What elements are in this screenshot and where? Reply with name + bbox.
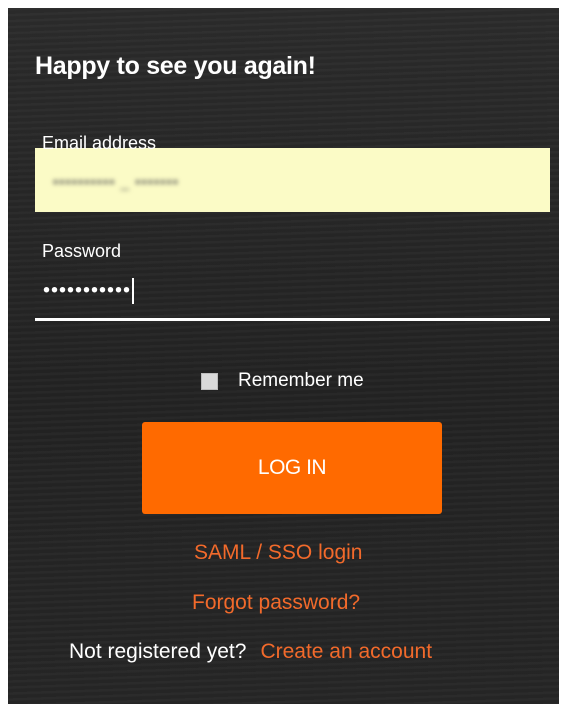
password-dots: ••••••••••• — [43, 279, 132, 302]
email-field[interactable]: •••••••••• _ ••••••• — [35, 148, 550, 212]
password-value: ••••••••••• — [43, 278, 135, 304]
login-panel: Happy to see you again! Email address ••… — [8, 8, 559, 704]
create-account-link[interactable]: Create an account — [260, 640, 432, 663]
remember-me-label[interactable]: Remember me — [238, 370, 364, 392]
email-value: •••••••••• _ ••••••• — [53, 174, 179, 191]
password-field[interactable]: ••••••••••• — [35, 270, 550, 321]
password-label: Password — [42, 241, 122, 261]
remember-me-row[interactable]: Remember me — [201, 370, 364, 392]
login-button[interactable]: LOG IN — [142, 422, 442, 514]
forgot-password-link[interactable]: Forgot password? — [192, 591, 360, 615]
email-label: Email address — [42, 133, 157, 153]
saml-sso-login-link[interactable]: SAML / SSO login — [194, 541, 362, 565]
not-registered-text: Not registered yet? — [69, 640, 247, 663]
remember-me-checkbox[interactable] — [201, 372, 218, 390]
text-caret — [132, 278, 135, 304]
register-row: Not registered yet? Create an account — [69, 640, 432, 664]
page-title: Happy to see you again! — [35, 52, 316, 80]
